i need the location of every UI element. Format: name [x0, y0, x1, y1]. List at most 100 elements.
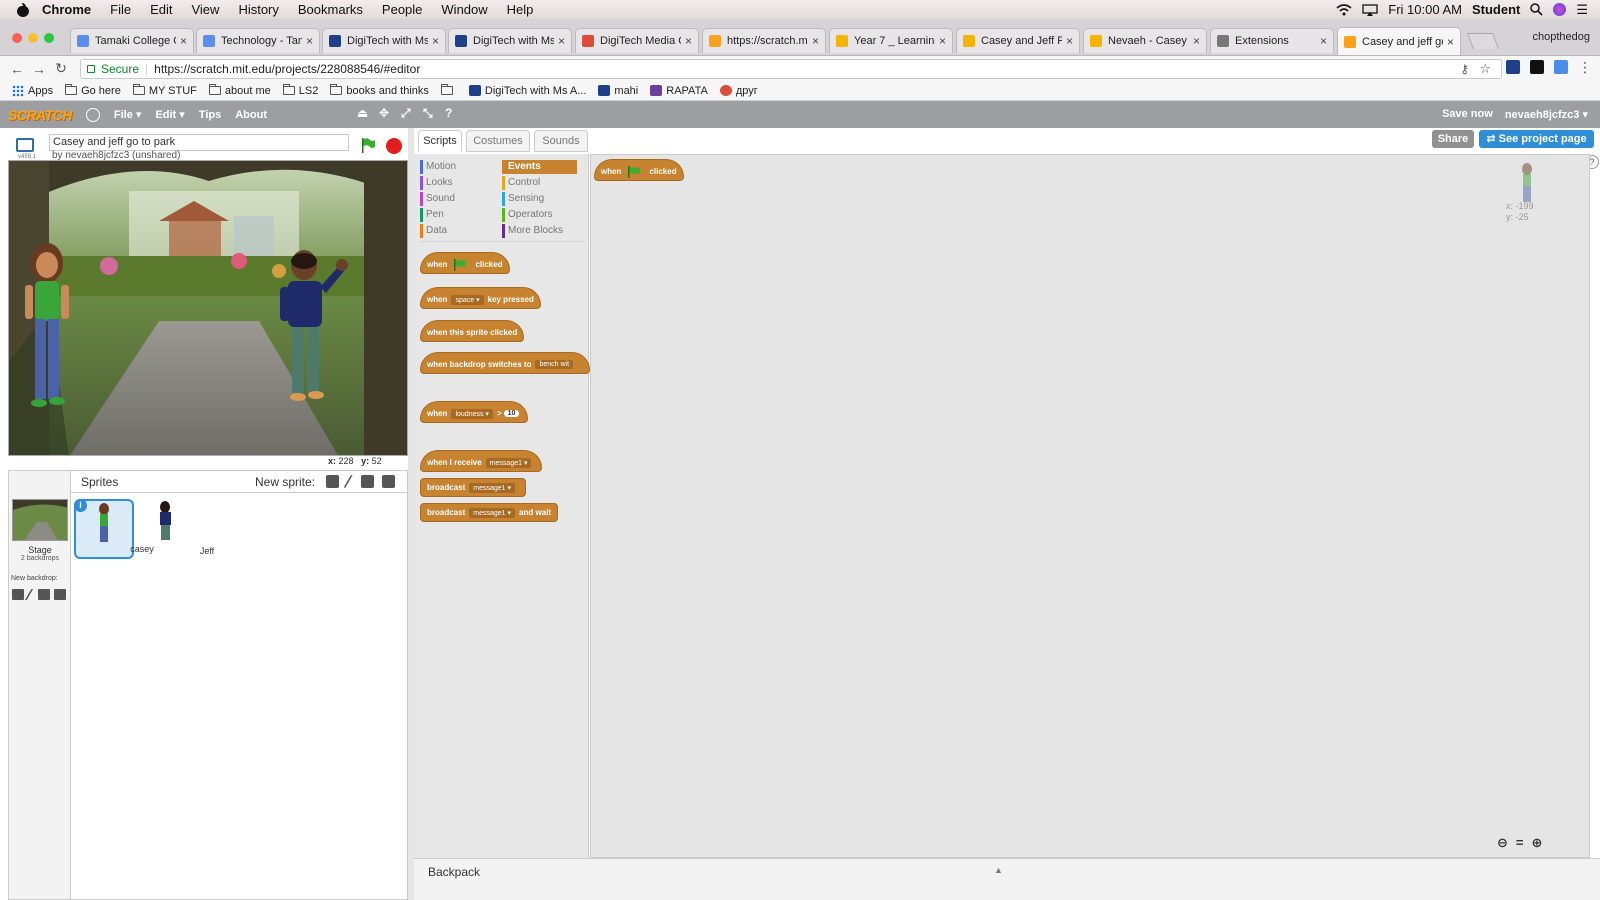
zoom-in-icon[interactable]: ⊕	[1532, 835, 1543, 851]
close-tab-icon[interactable]: ×	[432, 34, 439, 48]
extension-icon[interactable]	[1530, 60, 1544, 74]
forward-arrow-icon[interactable]: →	[28, 61, 50, 77]
browser-tab[interactable]: Year 7 _ Learning ×	[829, 28, 953, 53]
expand-arrow-icon[interactable]: ▲	[994, 865, 1003, 875]
extension-icon[interactable]	[1506, 60, 1520, 74]
close-tab-icon[interactable]: ×	[685, 34, 692, 48]
browser-tab[interactable]: DigiTech with Ms ×	[322, 28, 446, 53]
category-pen[interactable]: Pen	[420, 208, 495, 222]
tab-costumes[interactable]: Costumes	[466, 130, 530, 152]
browser-tab[interactable]: Casey and jeff go ×	[1337, 27, 1461, 55]
minimize-window-icon[interactable]	[28, 33, 38, 43]
tab-sounds[interactable]: Sounds	[534, 130, 588, 152]
info-icon[interactable]: i	[74, 499, 87, 512]
block-when-i-receive[interactable]: when I receive message1 ▾	[420, 450, 543, 472]
message-dropdown[interactable]: message1 ▾	[469, 507, 515, 518]
bookmark-folder[interactable]: LS2	[282, 84, 318, 97]
menu-people[interactable]: People	[382, 2, 422, 17]
block-when-sprite-clicked[interactable]: when this sprite clicked	[420, 320, 525, 342]
wifi-icon[interactable]	[1336, 3, 1352, 16]
menu-view[interactable]: View	[191, 2, 219, 17]
scratch-about-menu[interactable]: About	[235, 109, 267, 121]
paint-brush-icon[interactable]	[343, 475, 357, 488]
browser-tab[interactable]: Extensions ×	[1210, 28, 1334, 53]
menu-help[interactable]: Help	[507, 2, 534, 17]
backdrop-dropdown[interactable]: bench wit	[535, 360, 574, 369]
close-window-icon[interactable]	[12, 33, 22, 43]
shrink-icon[interactable]: ⤡	[423, 107, 435, 119]
close-tab-icon[interactable]: ×	[306, 34, 313, 48]
url-field[interactable]: Secure | https://scratch.mit.edu/project…	[80, 59, 1502, 79]
siri-icon[interactable]	[1553, 3, 1567, 16]
star-icon[interactable]: ☆	[1479, 61, 1491, 77]
category-operators[interactable]: Operators	[502, 208, 577, 222]
close-tab-icon[interactable]: ×	[1066, 34, 1073, 48]
bookmark-folder[interactable]: Go here	[65, 84, 121, 97]
block-when-key-pressed[interactable]: when space ▾ key pressed	[420, 287, 541, 309]
browser-tab[interactable]: DigiTech Media O ×	[575, 28, 699, 53]
scratch-logo[interactable]: SCRATCH	[8, 107, 72, 123]
bookmark-mahi[interactable]: mahi	[598, 85, 638, 97]
extension-icon[interactable]	[1554, 60, 1568, 74]
category-motion[interactable]: Motion	[420, 160, 495, 174]
paint-brush-icon[interactable]	[24, 589, 38, 600]
menu-window[interactable]: Window	[441, 2, 487, 17]
bookmark-folder[interactable]: about me	[208, 84, 271, 97]
bookmark-digitech[interactable]: DigiTech with Ms A...	[468, 85, 586, 97]
grow-icon[interactable]: ⤢	[401, 107, 413, 119]
bookmark-rapata[interactable]: RAPATA	[650, 85, 708, 97]
scratch-file-menu[interactable]: File ▾	[114, 108, 142, 121]
zoom-out-icon[interactable]: ⊖	[1497, 835, 1508, 851]
zoom-window-icon[interactable]	[44, 33, 54, 43]
browser-tab[interactable]: Tamaki College O ×	[70, 28, 194, 53]
zoom-reset-icon[interactable]: =	[1516, 835, 1524, 851]
stage-thumbnail[interactable]	[12, 499, 68, 541]
category-more-blocks[interactable]: More Blocks	[502, 224, 577, 238]
scripts-area[interactable]: when clicked x: -199 y: -25 ⊖ = ⊕	[590, 154, 1590, 858]
green-flag-icon[interactable]	[360, 137, 376, 153]
account-menu[interactable]: nevaeh8jcfzc3 ▾	[1505, 108, 1588, 121]
notification-center-icon[interactable]: ☰	[1576, 2, 1588, 18]
block-when-backdrop-switches[interactable]: when backdrop switches to bench wit	[420, 352, 590, 374]
camera-icon[interactable]	[382, 475, 395, 488]
key-icon[interactable]: ⚷	[1460, 62, 1469, 76]
menu-history[interactable]: History	[238, 2, 278, 17]
menu-file[interactable]: File	[110, 2, 131, 17]
close-tab-icon[interactable]: ×	[180, 34, 187, 48]
browser-tab[interactable]: https://scratch.m ×	[702, 28, 826, 53]
sprite-library-icon[interactable]	[326, 475, 339, 488]
url-text[interactable]: https://scratch.mit.edu/projects/2280885…	[154, 62, 420, 76]
tab-scripts[interactable]: Scripts	[418, 130, 462, 152]
spotlight-search-icon[interactable]	[1530, 3, 1543, 16]
category-data[interactable]: Data	[420, 224, 495, 238]
browser-tab[interactable]: DigiTech with Ms ×	[448, 28, 572, 53]
bookmark-friend[interactable]: друг	[719, 85, 758, 97]
share-button[interactable]: Share	[1432, 130, 1474, 148]
backpack-bar[interactable]: Backpack ▲	[414, 858, 1600, 900]
sprite-tile-jeff[interactable]: Jeff	[136, 499, 214, 559]
jeff-sprite[interactable]	[274, 247, 354, 407]
presentation-mode-icon[interactable]	[16, 138, 34, 152]
script-when-flag-clicked[interactable]: when clicked	[594, 159, 684, 181]
language-globe-icon[interactable]	[85, 107, 100, 122]
scratch-tips-menu[interactable]: Tips	[199, 109, 221, 121]
scratch-edit-menu[interactable]: Edit ▾	[155, 108, 184, 121]
bookmark-folder[interactable]: MY STUF	[132, 84, 197, 97]
bookmark-folder[interactable]	[440, 84, 457, 95]
chrome-menu-icon[interactable]: ⋮	[1578, 60, 1592, 74]
camera-icon[interactable]	[54, 589, 66, 600]
project-title-field[interactable]: Casey and jeff go to park	[49, 134, 349, 151]
sprite-tile-casey[interactable]: i casey	[74, 499, 154, 559]
threshold-input[interactable]: 10	[503, 410, 520, 417]
block-broadcast-and-wait[interactable]: broadcast message1 ▾ and wait	[420, 503, 559, 522]
close-tab-icon[interactable]: ×	[939, 34, 946, 48]
save-now-button[interactable]: Save now	[1442, 108, 1493, 121]
menu-bookmarks[interactable]: Bookmarks	[298, 2, 363, 17]
upload-icon[interactable]	[361, 475, 374, 488]
browser-tab[interactable]: Casey and Jeff Pr ×	[956, 28, 1080, 53]
bookmark-apps[interactable]: Apps	[12, 84, 53, 97]
backdrop-library-icon[interactable]	[12, 589, 24, 600]
browser-tab[interactable]: Nevaeh - Casey a ×	[1083, 28, 1207, 53]
block-help-icon[interactable]: ?	[445, 107, 457, 119]
browser-tab[interactable]: Technology - Tam ×	[196, 28, 320, 53]
